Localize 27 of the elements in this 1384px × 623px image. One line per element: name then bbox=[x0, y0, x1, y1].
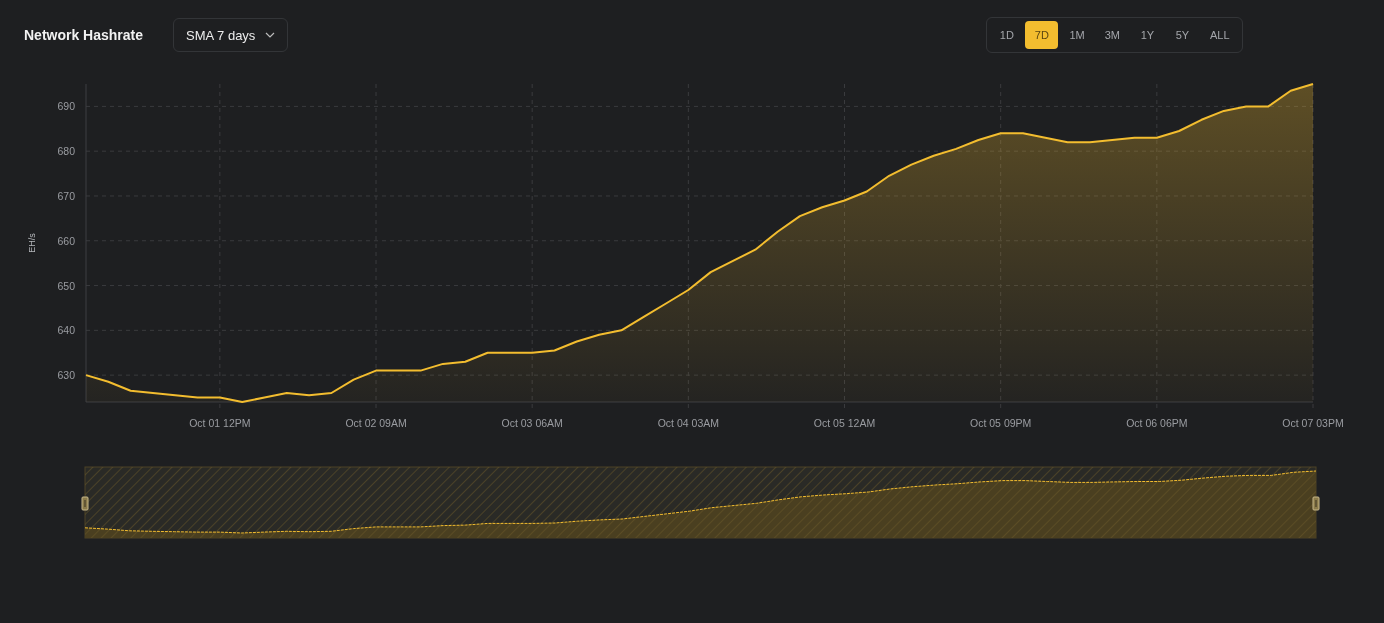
range-tab[interactable]: 3M bbox=[1095, 21, 1129, 49]
x-tick-label: Oct 01 12PM bbox=[189, 417, 251, 429]
range-tab[interactable]: 7D bbox=[1025, 21, 1059, 49]
chart-title: Network Hashrate bbox=[24, 27, 145, 43]
y-tick-label: 690 bbox=[57, 100, 75, 113]
range-tab[interactable]: ALL bbox=[1200, 21, 1239, 49]
y-tick-label: 630 bbox=[57, 369, 75, 382]
range-tab[interactable]: 1D bbox=[990, 21, 1024, 49]
x-tick-label: Oct 04 03AM bbox=[657, 417, 719, 429]
y-tick-label: 670 bbox=[57, 189, 75, 202]
range-tab[interactable]: 5Y bbox=[1165, 21, 1199, 49]
average-dropdown[interactable]: SMA 7 days bbox=[173, 18, 289, 52]
y-tick-label: 650 bbox=[57, 279, 75, 292]
x-tick-label: Oct 05 09PM bbox=[970, 417, 1032, 429]
range-tab[interactable]: 1M bbox=[1060, 21, 1094, 49]
y-tick-label: 660 bbox=[57, 234, 75, 247]
chevron-down-icon bbox=[265, 32, 276, 38]
x-tick-label: Oct 06 06PM bbox=[1126, 417, 1188, 429]
y-axis-label: EH/s bbox=[27, 233, 37, 253]
y-tick-label: 680 bbox=[57, 145, 75, 158]
x-tick-label: Oct 07 03PM bbox=[1282, 417, 1344, 429]
y-tick-label: 640 bbox=[57, 324, 75, 337]
range-tab[interactable]: 1Y bbox=[1130, 21, 1164, 49]
range-navigator[interactable] bbox=[81, 466, 1320, 539]
x-tick-label: Oct 03 06AM bbox=[501, 417, 563, 429]
x-tick-label: Oct 02 09AM bbox=[345, 417, 407, 429]
x-tick-label: Oct 05 12AM bbox=[813, 417, 876, 429]
